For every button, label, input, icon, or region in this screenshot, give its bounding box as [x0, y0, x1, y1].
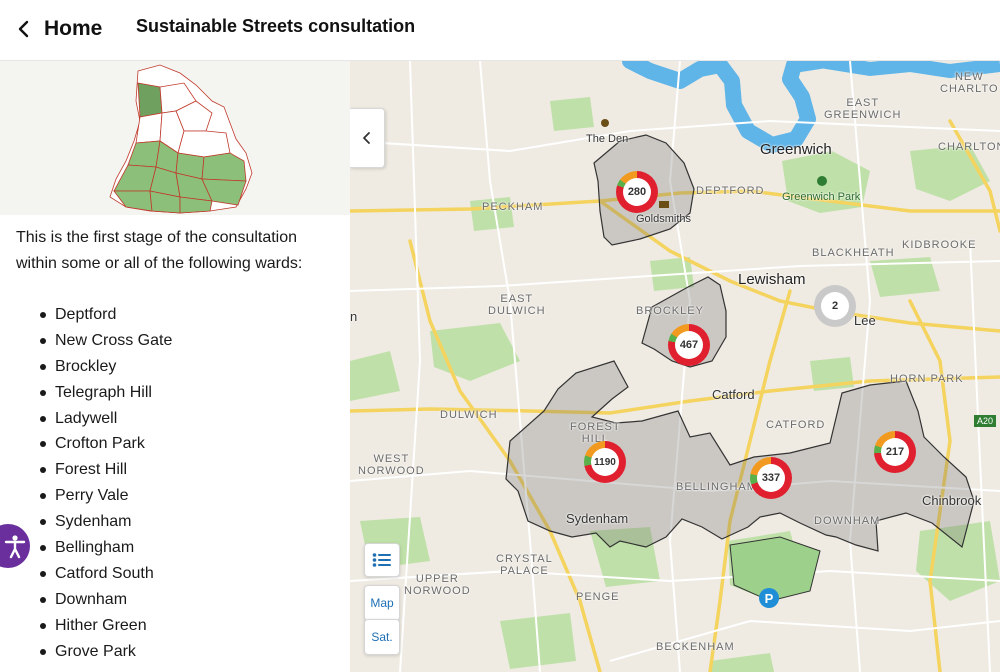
place-downham: DOWNHAM: [814, 515, 881, 527]
place-catford-area: CATFORD: [766, 419, 826, 431]
list-view-button[interactable]: [364, 543, 400, 577]
place-upper-norwood: UPPER NORWOOD: [404, 573, 471, 597]
list-item: Downham: [38, 587, 172, 613]
list-item: Crofton Park: [38, 431, 172, 457]
list-item: Catford South: [38, 561, 172, 587]
place-beckenham: BECKENHAM: [656, 641, 735, 653]
cluster-count: 1190: [591, 448, 619, 476]
place-horn-park: HORN PARK: [890, 373, 964, 385]
place-east-dulwich: EAST DULWICH: [488, 293, 546, 317]
place-greenwich-park: Greenwich Park: [782, 191, 861, 203]
place-blackheath: BLACKHEATH: [812, 247, 895, 259]
ward-list: Deptford New Cross Gate Brockley Telegra…: [38, 302, 172, 664]
list-item: Forest Hill: [38, 457, 172, 483]
side-panel: This is the first stage of the consultat…: [0, 61, 350, 672]
list-item: Bellingham: [38, 535, 172, 561]
place-lee: Lee: [854, 313, 876, 328]
accessibility-icon: [4, 535, 26, 559]
map-view[interactable]: P Greenwich Lewisham Lee Catford Sydenha…: [350, 61, 1000, 672]
place-peckham: PECKHAM: [482, 201, 544, 213]
cluster-count: 2: [821, 292, 849, 320]
place-chinbrook: Chinbrook: [922, 493, 982, 508]
cluster-marker[interactable]: 2: [814, 285, 856, 327]
cluster-marker[interactable]: 1190: [584, 441, 626, 483]
cluster-count: 467: [675, 331, 703, 359]
place-charlton: CHARLTON: [938, 141, 1000, 153]
place-east-greenwich: EAST GREENWICH: [824, 97, 902, 121]
list-item: Deptford: [38, 302, 172, 328]
satellite-view-button[interactable]: Sat.: [364, 619, 400, 655]
list-item: Hither Green: [38, 613, 172, 639]
page-title: Sustainable Streets consultation: [136, 16, 416, 36]
chevron-left-icon: [363, 132, 370, 144]
cluster-marker[interactable]: 280: [616, 171, 658, 213]
collapse-panel-button[interactable]: [350, 108, 385, 168]
place-the-den: The Den: [586, 133, 629, 145]
place-penge: PENGE: [576, 591, 620, 603]
intro-text: This is the first stage of the consultat…: [16, 229, 303, 272]
place-deptford: DEPTFORD: [696, 185, 765, 197]
cluster-marker[interactable]: 217: [874, 431, 916, 473]
place-dulwich: DULWICH: [440, 409, 498, 421]
list-item: Perry Vale: [38, 483, 172, 509]
place-crystal-palace: CRYSTAL PALACE: [496, 553, 553, 577]
list-item: Sydenham: [38, 509, 172, 535]
place-forest-hill: FOREST HILL: [570, 421, 621, 445]
ward-map-thumbnail: [0, 61, 350, 215]
list-item: Brockley: [38, 354, 172, 380]
accessibility-button[interactable]: [0, 524, 30, 568]
list-item: Grove Park: [38, 639, 172, 665]
road-sign-a20: A20: [974, 415, 997, 427]
place-new-charlton: NEW CHARLTO: [940, 71, 999, 95]
list-item: Ladywell: [38, 406, 172, 432]
place-greenwich: Greenwich: [760, 141, 832, 158]
cluster-count: 337: [757, 464, 785, 492]
place-catford: Catford: [712, 387, 755, 402]
back-label: Home: [44, 17, 103, 40]
place-west-norwood: WEST NORWOOD: [358, 453, 425, 477]
chevron-left-icon: [18, 20, 29, 38]
place-kidbrooke: KIDBROOKE: [902, 239, 977, 251]
place-edge-label: n: [350, 309, 358, 324]
place-sydenham: Sydenham: [566, 511, 629, 526]
list-item: Telegraph Hill: [38, 380, 172, 406]
list-item: New Cross Gate: [38, 328, 172, 354]
cluster-count: 280: [623, 178, 651, 206]
svg-text:P: P: [765, 591, 774, 606]
cluster-count: 217: [881, 438, 909, 466]
cluster-marker[interactable]: 337: [750, 457, 792, 499]
top-bar: Home Sustainable Streets consultation: [0, 0, 1000, 61]
place-brockley: BROCKLEY: [636, 305, 704, 317]
list-icon: [372, 553, 391, 567]
place-lewisham: Lewisham: [738, 271, 806, 288]
cluster-marker[interactable]: 467: [668, 324, 710, 366]
place-bellingham: BELLINGHAM: [676, 481, 757, 493]
place-goldsmiths: Goldsmiths: [636, 213, 692, 225]
map-view-button[interactable]: Map: [364, 585, 400, 621]
back-button[interactable]: Home: [14, 12, 102, 46]
